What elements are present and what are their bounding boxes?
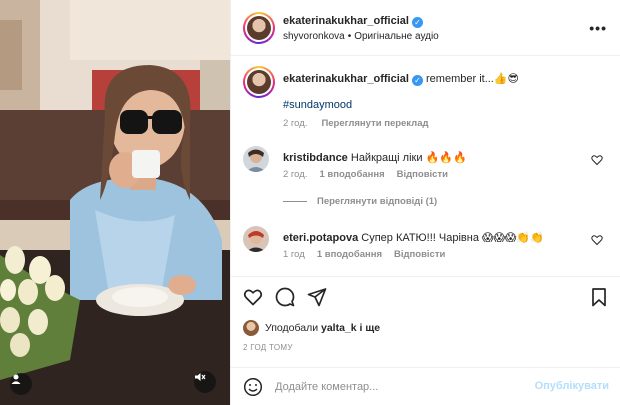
post-photo xyxy=(0,0,230,405)
separator-dot: • xyxy=(347,31,352,42)
caption-author-avatar[interactable] xyxy=(243,66,275,98)
comment-text: Супер КАТЮ!!! Чарівна 😱😱😱👏👏 xyxy=(361,232,544,244)
post-comment-button[interactable]: Опублікувати xyxy=(535,380,609,392)
liker-username[interactable]: yalta_k xyxy=(321,322,357,334)
more-horizontal-icon[interactable]: ••• xyxy=(589,20,607,36)
comment-bubble-icon[interactable] xyxy=(275,287,295,307)
comment-username[interactable]: eteri.potapova xyxy=(283,232,358,244)
like-heart-icon[interactable] xyxy=(243,287,263,307)
post-timestamp[interactable]: 2 ГОД ТОМУ xyxy=(243,343,293,352)
likes-prefix: Уподобали xyxy=(265,322,319,334)
likes-others-link[interactable]: і ще xyxy=(360,322,381,334)
view-replies-label[interactable]: Переглянути відповіді (1) xyxy=(317,196,437,207)
liker-avatar[interactable] xyxy=(243,320,259,336)
view-replies-button[interactable]: Переглянути відповіді (1) xyxy=(283,196,437,207)
add-comment-bar: Опублікувати xyxy=(231,367,620,405)
hashtag-link[interactable]: #sundaymood xyxy=(283,99,352,111)
caption-text: remember it...👍😎 xyxy=(426,73,520,85)
like-comment-heart-icon[interactable] xyxy=(591,234,603,246)
comment-avatar[interactable] xyxy=(243,226,269,252)
reply-button[interactable]: Відповісти xyxy=(397,169,448,180)
audio-label[interactable]: Оригінальне аудіо xyxy=(354,31,439,42)
author-avatar[interactable] xyxy=(243,12,275,44)
user-tag-icon[interactable] xyxy=(10,373,32,395)
share-send-icon[interactable] xyxy=(307,287,327,307)
emoji-smiley-icon[interactable] xyxy=(243,377,263,397)
likes-summary: Уподобали yalta_k і ще xyxy=(243,320,380,336)
verified-badge-icon: ✓ xyxy=(411,75,423,86)
caption-time: 2 год. xyxy=(283,118,308,129)
mute-icon[interactable] xyxy=(194,371,216,393)
comment-likes-count[interactable]: 1 вподобання xyxy=(317,249,382,260)
comment-likes-count[interactable]: 1 вподобання xyxy=(319,169,384,180)
see-translation-button[interactable]: Переглянути переклад xyxy=(321,118,428,129)
verified-badge-icon: ✓ xyxy=(411,17,423,28)
music-username[interactable]: shyvoronkova xyxy=(283,31,345,42)
replies-divider xyxy=(283,201,307,202)
post-details-panel: ekaterinakukhar_official ✓ shyvoronkova • О… xyxy=(230,0,620,405)
comment-username[interactable]: kristibdance xyxy=(283,152,348,164)
post-media[interactable] xyxy=(0,0,230,405)
caption-author-username[interactable]: ekaterinakukhar_official xyxy=(283,73,409,85)
reply-button[interactable]: Відповісти xyxy=(394,249,445,260)
post-header: ekaterinakukhar_official ✓ shyvoronkova • О… xyxy=(231,0,620,56)
comment-time: 2 год. xyxy=(283,169,308,180)
comment-avatar[interactable] xyxy=(243,146,269,172)
action-bar xyxy=(231,276,620,316)
comment-input[interactable] xyxy=(275,378,535,396)
caption-meta: 2 год. Переглянути переклад xyxy=(283,118,443,129)
author-username[interactable]: ekaterinakukhar_official xyxy=(283,15,409,27)
like-comment-heart-icon[interactable] xyxy=(591,154,603,166)
save-bookmark-icon[interactable] xyxy=(589,287,609,307)
comment-text: Найкращі ліки 🔥🔥🔥 xyxy=(350,152,467,164)
comment-time: 1 год xyxy=(283,249,305,260)
